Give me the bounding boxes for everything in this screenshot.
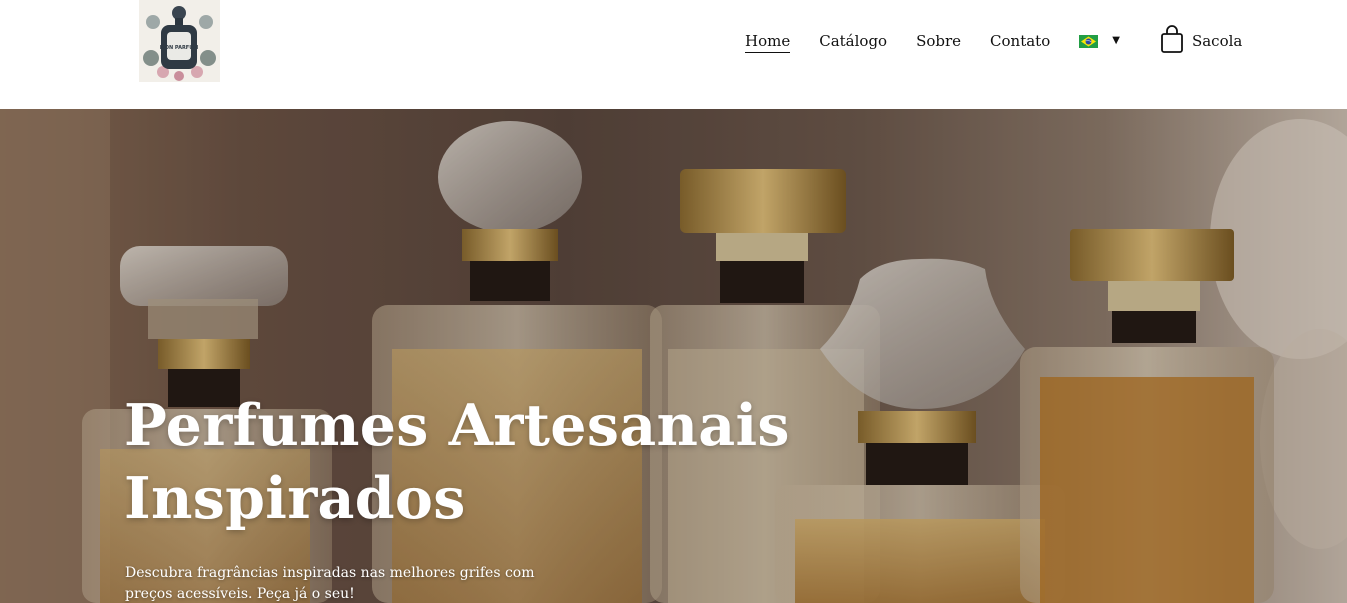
main-nav: Home Catálogo Sobre Contato ▼ Sacola (745, 24, 1243, 54)
nav-contato[interactable]: Contato (990, 30, 1050, 52)
cart-label: Sacola (1191, 32, 1243, 50)
logo-text: MON PARFUM (160, 45, 199, 51)
cart-button[interactable]: Sacola (1160, 24, 1243, 54)
nav-sobre[interactable]: Sobre (916, 30, 961, 52)
hero-banner: Perfumes Artesanais Inspirados Descubra … (0, 109, 1347, 603)
hero-subtitle: Descubra fragrâncias inspiradas nas melh… (125, 565, 535, 602)
nav-home[interactable]: Home (745, 30, 791, 53)
hero-title-line2: Inspirados (124, 465, 466, 532)
caret-down-icon: ▼ (1112, 35, 1120, 46)
shopping-bag-icon (1161, 24, 1183, 53)
language-selector[interactable]: ▼ (1079, 34, 1120, 48)
nav-catalogo[interactable]: Catálogo (819, 30, 887, 52)
hero-title: Perfumes Artesanais Inspirados (124, 389, 824, 535)
perfume-logo-icon: MON PARFUM (139, 0, 220, 82)
hero-title-line1: Perfumes Artesanais (124, 392, 790, 459)
logo[interactable]: MON PARFUM (139, 0, 220, 82)
site-header: MON PARFUM Home Catálogo Sobre Contato ▼… (0, 0, 1347, 109)
brazil-flag-icon (1079, 34, 1099, 48)
